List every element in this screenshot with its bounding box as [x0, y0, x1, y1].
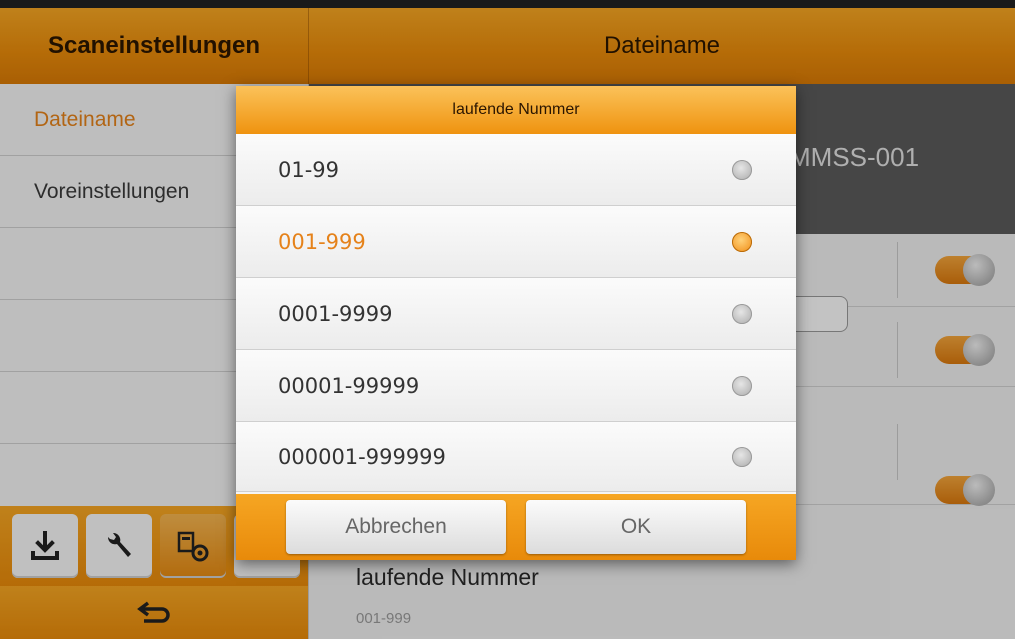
radio-button[interactable]: [732, 446, 752, 467]
option-label: 001-999: [278, 229, 366, 254]
option-label: 000001-999999: [278, 444, 446, 469]
option-label: 00001-99999: [278, 373, 420, 398]
sequence-dialog: laufende Nummer 01-99 001-999 0001-9999 …: [236, 86, 796, 560]
screen: Scaneinstellungen Dateiname Dateiname Vo…: [0, 8, 1015, 639]
dialog-button-bar: Abbrechen OK: [236, 494, 796, 560]
option-00001-99999[interactable]: 00001-99999: [236, 350, 796, 422]
cancel-button[interactable]: Abbrechen: [286, 500, 506, 554]
radio-button[interactable]: [732, 375, 752, 396]
radio-button-selected[interactable]: [732, 231, 752, 252]
ok-button[interactable]: OK: [526, 500, 746, 554]
option-001-999[interactable]: 001-999: [236, 206, 796, 278]
option-0001-9999[interactable]: 0001-9999: [236, 278, 796, 350]
option-label: 0001-9999: [278, 301, 393, 326]
option-000001-999999[interactable]: 000001-999999: [236, 422, 796, 492]
radio-button[interactable]: [732, 159, 752, 180]
option-label: 01-99: [278, 157, 340, 182]
radio-button[interactable]: [732, 303, 752, 324]
option-01-99[interactable]: 01-99: [236, 134, 796, 206]
dialog-title: laufende Nummer: [236, 86, 796, 134]
